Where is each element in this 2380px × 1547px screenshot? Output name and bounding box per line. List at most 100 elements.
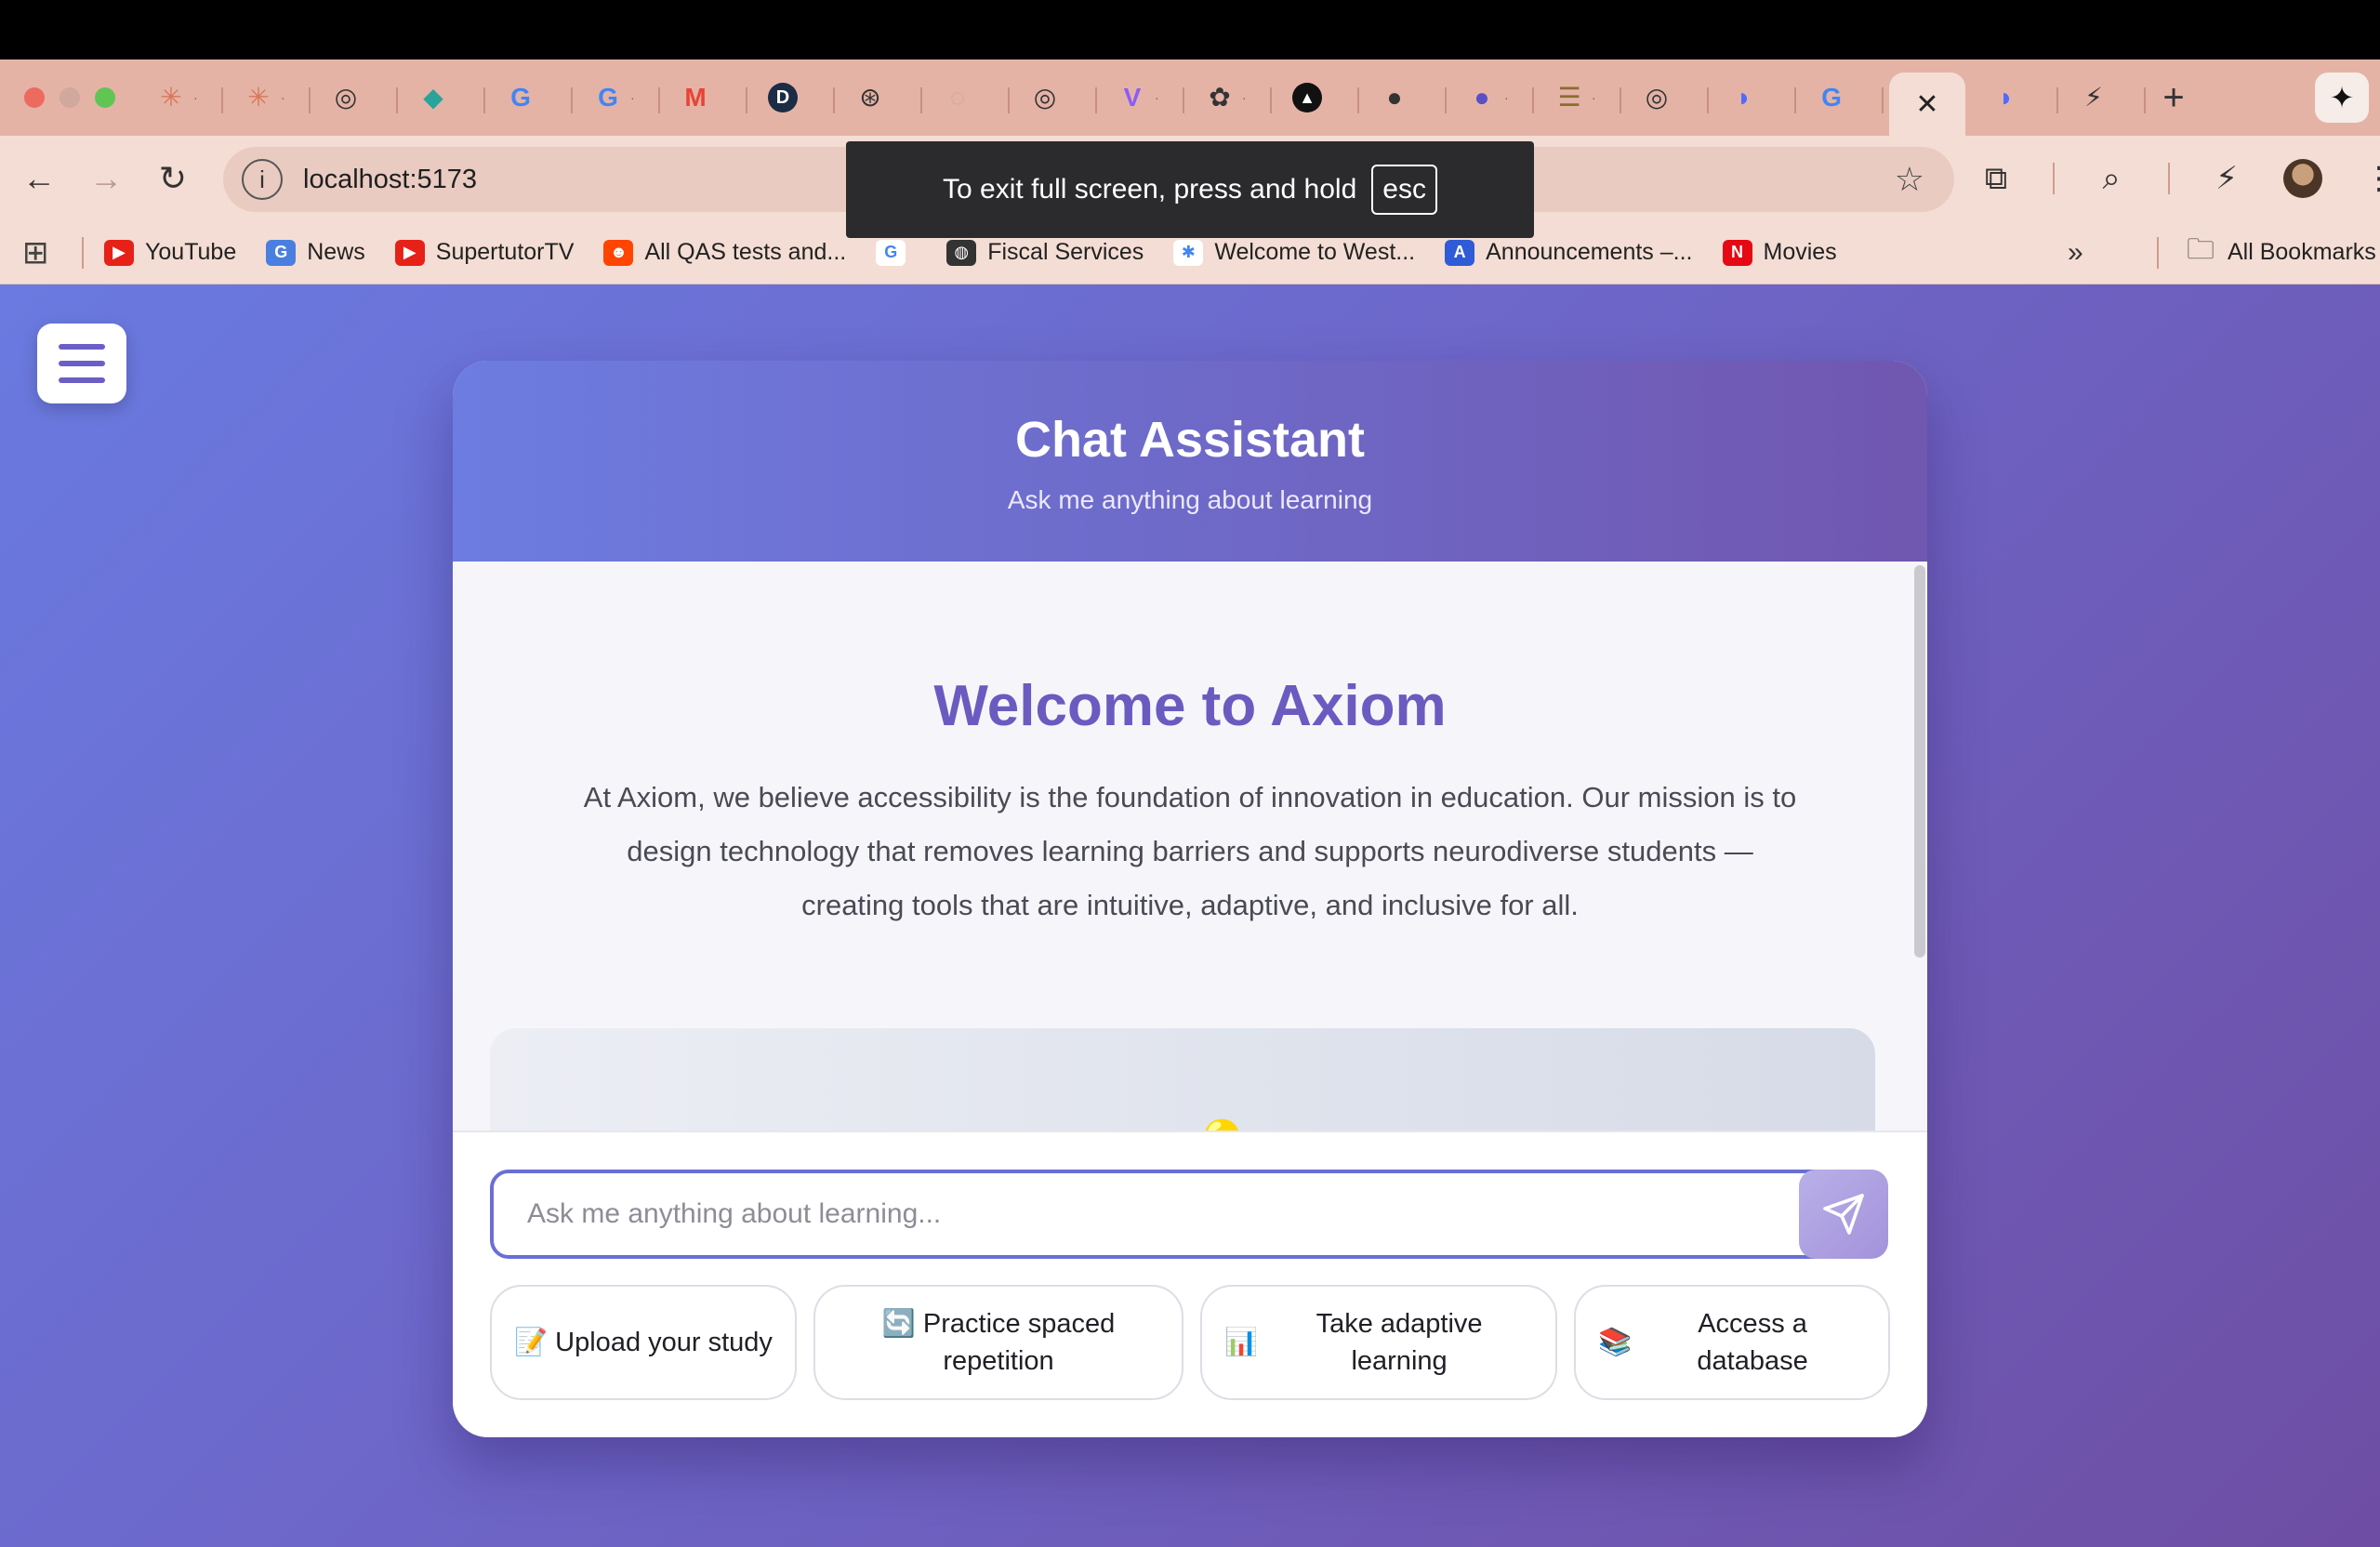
tab-12[interactable]: V · — [1097, 60, 1184, 136]
tab-17[interactable]: ☰ · — [1534, 60, 1621, 136]
tab-22[interactable]: ◗ — [1971, 60, 2058, 136]
send-button[interactable] — [1799, 1170, 1888, 1259]
chat-input[interactable]: Ask me anything about learning... — [490, 1170, 1860, 1259]
close-window-button[interactable] — [24, 87, 45, 108]
chip-label: Upload your study — [555, 1328, 773, 1357]
tab-9[interactable]: ⊛ — [835, 60, 922, 136]
tab-active[interactable]: ✕ — [1889, 73, 1965, 136]
tab-8[interactable]: D — [747, 60, 835, 136]
chip-adaptive-learning[interactable]: 📊 Take adaptive learning — [1200, 1285, 1557, 1400]
tab-6[interactable]: G · — [573, 60, 660, 136]
tab-23[interactable]: ⚡ — [2058, 60, 2146, 136]
gmail-icon: M — [684, 83, 707, 112]
bookmark-item[interactable]: ☻ All QAS tests and... — [603, 239, 846, 266]
screen-top-bezel — [0, 0, 2380, 60]
chip-access-database[interactable]: 📚 Access a database — [1574, 1285, 1890, 1400]
profile-avatar[interactable] — [2283, 159, 2322, 198]
whale-icon: ◗ — [1998, 83, 2015, 112]
tab-dot: · — [1592, 90, 1596, 105]
bookmark-list: ▶ YouTube G News ▶ SupertutorTV ☻ All QAS tests… — [104, 239, 1867, 266]
tab-20[interactable]: G — [1796, 60, 1884, 136]
bookmark-item[interactable]: N Movies — [1722, 239, 1837, 266]
tab-7[interactable]: M — [660, 60, 747, 136]
tab-14[interactable]: ▲ — [1272, 60, 1359, 136]
openai-icon: ✿ — [1209, 83, 1231, 112]
tab-3[interactable]: ◎ — [311, 60, 398, 136]
diamond-icon: ◆ — [423, 83, 443, 112]
bookmark-favicon-icon: G — [266, 239, 297, 266]
back-arrow-icon: ← — [22, 159, 56, 197]
github-icon: ● — [1474, 83, 1490, 112]
blank-icon: ◌ — [949, 83, 966, 112]
forward-button[interactable]: → — [78, 151, 134, 206]
chrome-icon: ◎ — [1033, 83, 1057, 112]
all-bookmarks-button[interactable]: 🗀 All Bookmarks — [2157, 229, 2376, 276]
claude-icon: ✳ — [247, 83, 270, 112]
apps-grid-icon[interactable]: ⊞ — [22, 234, 60, 271]
bookmark-item[interactable]: G — [876, 239, 917, 266]
tab-19[interactable]: ◗ — [1709, 60, 1796, 136]
bookmark-label: SupertutorTV — [435, 239, 575, 265]
bookmark-item[interactable]: ✱ Welcome to West... — [1173, 239, 1415, 266]
gemini-button[interactable]: ✦ — [2315, 73, 2369, 123]
feature-card: 💡 — [490, 1028, 1875, 1130]
extensions-icon[interactable]: ⧉ — [1975, 161, 2017, 197]
tab-dot: · — [281, 90, 285, 105]
bookmark-favicon-icon: ✱ — [1173, 239, 1204, 266]
repeat-icon: 🔄 — [881, 1309, 916, 1339]
bookmark-item[interactable]: ◍ Fiscal Services — [946, 239, 1144, 266]
bookmark-item[interactable]: ▶ SupertutorTV — [394, 239, 575, 266]
reload-button[interactable]: ↻ — [145, 151, 201, 206]
tab-13[interactable]: ✿ · — [1184, 60, 1272, 136]
chip-label: Practice spaced repetition — [922, 1309, 1116, 1376]
fullscreen-exit-toast: To exit full screen, press and hold esc — [846, 141, 1534, 238]
welcome-text: At Axiom, we believe accessibility is th… — [583, 781, 1797, 921]
chip-upload-study[interactable]: 📝 Upload your study — [490, 1285, 797, 1400]
bookmark-item[interactable]: ▶ YouTube — [104, 239, 236, 266]
chat-subtitle: Ask me anything about learning — [1007, 485, 1373, 514]
books-icon: 📚 — [1598, 1328, 1633, 1357]
hamburger-menu-button[interactable] — [37, 324, 126, 403]
send-icon — [1823, 1194, 1864, 1235]
chat-messages-area[interactable]: Welcome to Axiom At Axiom, we believe ac… — [453, 562, 1927, 1130]
bookmark-item[interactable]: G News — [266, 239, 365, 266]
tab-1[interactable]: ✳ · — [136, 60, 223, 136]
url-text[interactable]: localhost:5173 — [303, 165, 477, 195]
bookmark-favicon-icon: ▶ — [104, 239, 134, 266]
messages-scrollbar[interactable] — [1914, 565, 1925, 958]
tab-search-icon[interactable]: ⌕ — [2090, 161, 2133, 197]
tab-dot: · — [1504, 90, 1509, 105]
toolbar-separator — [2053, 163, 2055, 194]
chip-spaced-repetition[interactable]: 🔄 Practice spaced repetition — [813, 1285, 1183, 1400]
page-viewport: Chat Assistant Ask me anything about lea… — [0, 284, 2380, 1547]
tab-15[interactable]: ● — [1359, 60, 1447, 136]
tab-18[interactable]: ◎ — [1621, 60, 1709, 136]
tab-2[interactable]: ✳ · — [223, 60, 311, 136]
toolbar-separator — [2168, 163, 2170, 194]
performance-icon[interactable]: ⚡ — [2205, 160, 2248, 197]
close-tab-icon[interactable]: ✕ — [1915, 88, 1938, 121]
tab-10[interactable]: ◌ — [922, 60, 1010, 136]
google-icon: G — [1821, 83, 1842, 112]
google-icon: G — [510, 83, 531, 112]
tab-4[interactable]: ◆ — [398, 60, 485, 136]
tabs: ✳ · ✳ · ◎ ◆ G G · M D ⊛ ◌ ◎ V · ✿ · ▲ ● ● · ☰ ·… — [136, 60, 2202, 136]
tab-5[interactable]: G — [485, 60, 573, 136]
new-tab-button[interactable]: + — [2146, 77, 2202, 119]
bookmarks-overflow-button[interactable]: » — [2068, 237, 2083, 269]
site-info-icon[interactable]: i — [242, 159, 283, 200]
bookmark-star-icon[interactable]: ☆ — [1895, 160, 1924, 199]
chat-title: Chat Assistant — [1014, 412, 1366, 468]
bookmarks-separator — [82, 236, 84, 269]
bar-chart-icon: 📊 — [1224, 1328, 1259, 1357]
back-button[interactable]: ← — [11, 151, 67, 206]
bookmark-item[interactable]: A Announcements –... — [1445, 239, 1693, 266]
minimize-window-button[interactable] — [60, 87, 80, 108]
tab-dot: · — [630, 90, 635, 105]
suggestion-chips: 📝 Upload your study 🔄 Practice spaced rep… — [490, 1285, 1890, 1400]
bookmark-label: Welcome to West... — [1214, 239, 1416, 265]
fullscreen-window-button[interactable] — [95, 87, 115, 108]
tab-16[interactable]: ● · — [1447, 60, 1534, 136]
more-menu-icon[interactable]: ⋮ — [2358, 160, 2380, 197]
tab-11[interactable]: ◎ — [1010, 60, 1097, 136]
